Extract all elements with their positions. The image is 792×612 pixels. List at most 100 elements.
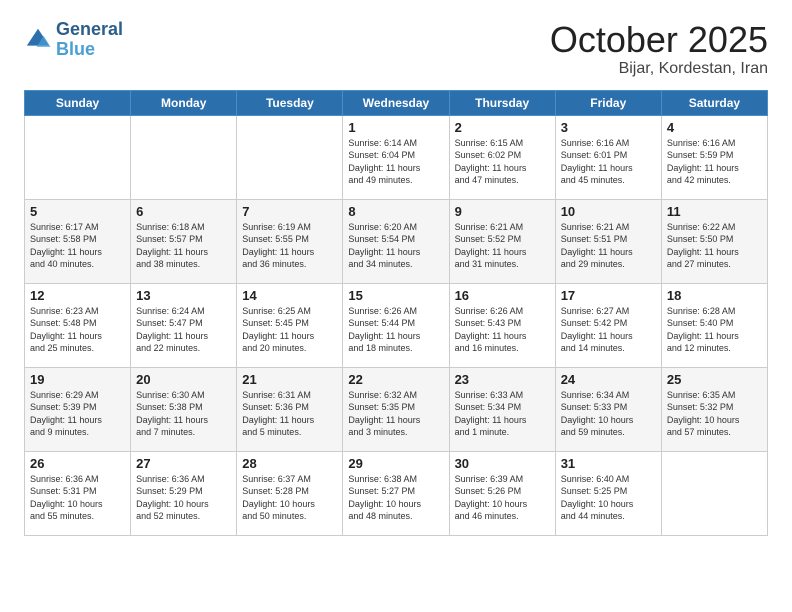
- day-number: 11: [667, 204, 762, 219]
- calendar-cell: [25, 115, 131, 199]
- calendar-cell: 19 Sunrise: 6:29 AM Sunset: 5:39 PM Dayli…: [25, 367, 131, 451]
- day-info: Sunrise: 6:19 AM Sunset: 5:55 PM Dayligh…: [242, 221, 337, 271]
- calendar-cell: [237, 115, 343, 199]
- day-number: 17: [561, 288, 656, 303]
- day-info: Sunrise: 6:15 AM Sunset: 6:02 PM Dayligh…: [455, 137, 550, 187]
- day-info: Sunrise: 6:23 AM Sunset: 5:48 PM Dayligh…: [30, 305, 125, 355]
- day-info: Sunrise: 6:16 AM Sunset: 5:59 PM Dayligh…: [667, 137, 762, 187]
- weekday-header-wednesday: Wednesday: [343, 90, 449, 115]
- calendar-cell: 28 Sunrise: 6:37 AM Sunset: 5:28 PM Dayli…: [237, 451, 343, 535]
- weekday-header-thursday: Thursday: [449, 90, 555, 115]
- calendar-cell: 22 Sunrise: 6:32 AM Sunset: 5:35 PM Dayli…: [343, 367, 449, 451]
- day-number: 25: [667, 372, 762, 387]
- calendar-cell: 14 Sunrise: 6:25 AM Sunset: 5:45 PM Dayli…: [237, 283, 343, 367]
- day-number: 30: [455, 456, 550, 471]
- day-number: 8: [348, 204, 443, 219]
- day-number: 27: [136, 456, 231, 471]
- weekday-header-saturday: Saturday: [661, 90, 767, 115]
- location-title: Bijar, Kordestan, Iran: [550, 60, 768, 78]
- logo-icon: [24, 26, 52, 54]
- day-number: 22: [348, 372, 443, 387]
- title-block: October 2025 Bijar, Kordestan, Iran: [550, 20, 768, 78]
- calendar-cell: 12 Sunrise: 6:23 AM Sunset: 5:48 PM Dayli…: [25, 283, 131, 367]
- day-number: 13: [136, 288, 231, 303]
- calendar-cell: 26 Sunrise: 6:36 AM Sunset: 5:31 PM Dayli…: [25, 451, 131, 535]
- day-number: 12: [30, 288, 125, 303]
- calendar-cell: 23 Sunrise: 6:33 AM Sunset: 5:34 PM Dayli…: [449, 367, 555, 451]
- day-number: 15: [348, 288, 443, 303]
- day-info: Sunrise: 6:14 AM Sunset: 6:04 PM Dayligh…: [348, 137, 443, 187]
- week-row-4: 19 Sunrise: 6:29 AM Sunset: 5:39 PM Dayli…: [25, 367, 768, 451]
- day-number: 26: [30, 456, 125, 471]
- page: General Blue October 2025 Bijar, Kordest…: [0, 0, 792, 612]
- calendar-cell: 9 Sunrise: 6:21 AM Sunset: 5:52 PM Daylig…: [449, 199, 555, 283]
- day-info: Sunrise: 6:39 AM Sunset: 5:26 PM Dayligh…: [455, 473, 550, 523]
- day-info: Sunrise: 6:31 AM Sunset: 5:36 PM Dayligh…: [242, 389, 337, 439]
- calendar-cell: 29Sunrise: 6:38 AM Sunset: 5:27 PM Dayli…: [343, 451, 449, 535]
- day-info: Sunrise: 6:25 AM Sunset: 5:45 PM Dayligh…: [242, 305, 337, 355]
- day-number: 18: [667, 288, 762, 303]
- day-number: 7: [242, 204, 337, 219]
- day-number: 28: [242, 456, 337, 471]
- day-number: 14: [242, 288, 337, 303]
- calendar-cell: 13 Sunrise: 6:24 AM Sunset: 5:47 PM Dayli…: [131, 283, 237, 367]
- day-info: Sunrise: 6:24 AM Sunset: 5:47 PM Dayligh…: [136, 305, 231, 355]
- day-number: 10: [561, 204, 656, 219]
- day-info: Sunrise: 6:32 AM Sunset: 5:35 PM Dayligh…: [348, 389, 443, 439]
- day-info: Sunrise: 6:18 AM Sunset: 5:57 PM Dayligh…: [136, 221, 231, 271]
- day-info: Sunrise: 6:30 AM Sunset: 5:38 PM Dayligh…: [136, 389, 231, 439]
- day-info: Sunrise: 6:33 AM Sunset: 5:34 PM Dayligh…: [455, 389, 550, 439]
- calendar-cell: 30 Sunrise: 6:39 AM Sunset: 5:26 PM Dayli…: [449, 451, 555, 535]
- calendar-cell: 24 Sunrise: 6:34 AM Sunset: 5:33 PM Dayli…: [555, 367, 661, 451]
- logo: General Blue: [24, 20, 123, 60]
- day-info: Sunrise: 6:21 AM Sunset: 5:52 PM Dayligh…: [455, 221, 550, 271]
- day-number: 31: [561, 456, 656, 471]
- day-number: 16: [455, 288, 550, 303]
- day-info: Sunrise: 6:22 AM Sunset: 5:50 PM Dayligh…: [667, 221, 762, 271]
- week-row-5: 26 Sunrise: 6:36 AM Sunset: 5:31 PM Dayli…: [25, 451, 768, 535]
- day-number: 29: [348, 456, 443, 471]
- calendar-table: SundayMondayTuesdayWednesdayThursdayFrid…: [24, 90, 768, 536]
- day-info: Sunrise: 6:26 AM Sunset: 5:44 PM Dayligh…: [348, 305, 443, 355]
- day-number: 23: [455, 372, 550, 387]
- calendar-cell: 27Sunrise: 6:36 AM Sunset: 5:29 PM Dayli…: [131, 451, 237, 535]
- week-row-3: 12 Sunrise: 6:23 AM Sunset: 5:48 PM Dayli…: [25, 283, 768, 367]
- calendar-cell: 4 Sunrise: 6:16 AM Sunset: 5:59 PM Daylig…: [661, 115, 767, 199]
- calendar-cell: 10Sunrise: 6:21 AM Sunset: 5:51 PM Dayli…: [555, 199, 661, 283]
- calendar-cell: 3 Sunrise: 6:16 AM Sunset: 6:01 PM Daylig…: [555, 115, 661, 199]
- day-info: Sunrise: 6:36 AM Sunset: 5:31 PM Dayligh…: [30, 473, 125, 523]
- calendar-cell: 21Sunrise: 6:31 AM Sunset: 5:36 PM Dayli…: [237, 367, 343, 451]
- weekday-header-tuesday: Tuesday: [237, 90, 343, 115]
- day-info: Sunrise: 6:29 AM Sunset: 5:39 PM Dayligh…: [30, 389, 125, 439]
- day-number: 5: [30, 204, 125, 219]
- day-info: Sunrise: 6:37 AM Sunset: 5:28 PM Dayligh…: [242, 473, 337, 523]
- calendar-cell: 1 Sunrise: 6:14 AM Sunset: 6:04 PM Daylig…: [343, 115, 449, 199]
- month-title: October 2025: [550, 20, 768, 60]
- day-number: 3: [561, 120, 656, 135]
- day-number: 24: [561, 372, 656, 387]
- calendar-cell: 6 Sunrise: 6:18 AM Sunset: 5:57 PM Daylig…: [131, 199, 237, 283]
- calendar-cell: 2Sunrise: 6:15 AM Sunset: 6:02 PM Daylig…: [449, 115, 555, 199]
- day-info: Sunrise: 6:27 AM Sunset: 5:42 PM Dayligh…: [561, 305, 656, 355]
- weekday-header-row: SundayMondayTuesdayWednesdayThursdayFrid…: [25, 90, 768, 115]
- day-info: Sunrise: 6:28 AM Sunset: 5:40 PM Dayligh…: [667, 305, 762, 355]
- day-number: 4: [667, 120, 762, 135]
- day-number: 19: [30, 372, 125, 387]
- calendar-cell: 8 Sunrise: 6:20 AM Sunset: 5:54 PM Daylig…: [343, 199, 449, 283]
- day-info: Sunrise: 6:17 AM Sunset: 5:58 PM Dayligh…: [30, 221, 125, 271]
- header: General Blue October 2025 Bijar, Kordest…: [24, 20, 768, 78]
- calendar-cell: 7 Sunrise: 6:19 AM Sunset: 5:55 PM Daylig…: [237, 199, 343, 283]
- calendar-cell: 20Sunrise: 6:30 AM Sunset: 5:38 PM Dayli…: [131, 367, 237, 451]
- calendar-cell: 17 Sunrise: 6:27 AM Sunset: 5:42 PM Dayli…: [555, 283, 661, 367]
- calendar-cell: 15 Sunrise: 6:26 AM Sunset: 5:44 PM Dayli…: [343, 283, 449, 367]
- day-info: Sunrise: 6:20 AM Sunset: 5:54 PM Dayligh…: [348, 221, 443, 271]
- calendar-cell: [131, 115, 237, 199]
- day-number: 9: [455, 204, 550, 219]
- day-number: 1: [348, 120, 443, 135]
- day-info: Sunrise: 6:34 AM Sunset: 5:33 PM Dayligh…: [561, 389, 656, 439]
- day-number: 6: [136, 204, 231, 219]
- day-info: Sunrise: 6:16 AM Sunset: 6:01 PM Dayligh…: [561, 137, 656, 187]
- calendar-cell: 25Sunrise: 6:35 AM Sunset: 5:32 PM Dayli…: [661, 367, 767, 451]
- weekday-header-monday: Monday: [131, 90, 237, 115]
- calendar-cell: 18 Sunrise: 6:28 AM Sunset: 5:40 PM Dayli…: [661, 283, 767, 367]
